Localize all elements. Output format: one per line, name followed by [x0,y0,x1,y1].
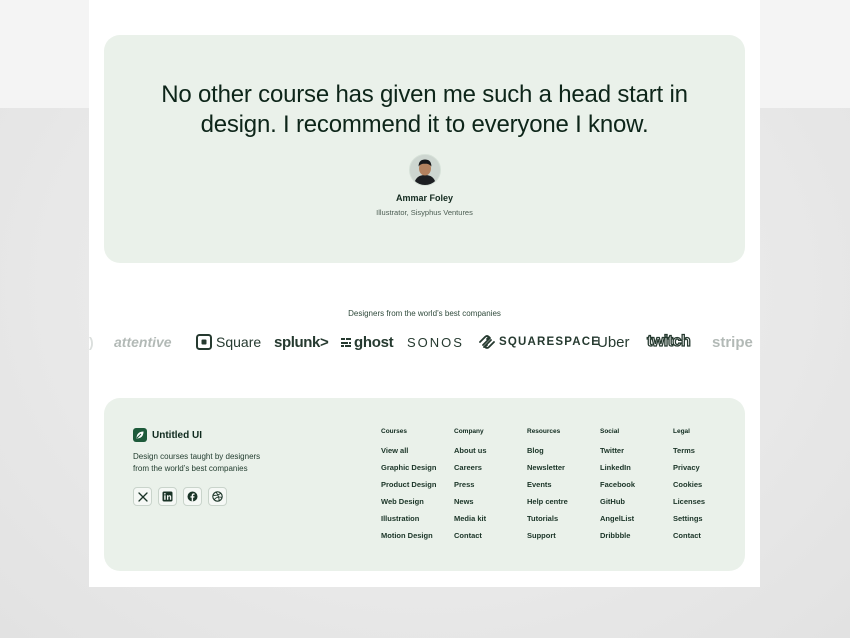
square-logo-icon [196,334,212,350]
footer-column-title: Courses [381,428,408,435]
logo-partial: ) [89,334,94,350]
footer-link-help-centre[interactable]: Help centre [527,497,597,514]
logo-square: Square [196,330,261,354]
testimonial-card: No other course has given me such a head… [104,35,745,263]
footer-column-company: Company About us Careers Press News Medi… [454,428,524,548]
footer-column-social: Social Twitter LinkedIn Facebook GitHub … [600,428,670,548]
footer-link-github[interactable]: GitHub [600,497,670,514]
footer-column-title: Resources [527,428,561,435]
footer-link-facebook[interactable]: Facebook [600,480,670,497]
ghost-logo-icon [341,338,351,347]
footer-tagline: Design courses taught by designers from … [133,452,261,473]
footer-link-newsletter[interactable]: Newsletter [527,463,597,480]
footer-link-product-design[interactable]: Product Design [381,480,451,497]
footer-link-contact[interactable]: Contact [454,531,524,548]
brand-logo[interactable]: Untitled UI [133,428,202,442]
logo-uber: Uber [597,333,630,351]
brand-mark-icon [133,428,147,442]
footer-column-courses: Courses View all Graphic Design Product … [381,428,451,548]
dribbble-icon [212,491,223,502]
squarespace-logo-icon [479,335,495,349]
social-links [133,487,227,506]
footer-link-legal-contact[interactable]: Contact [673,531,743,548]
company-logos: ) attentive Square splunk> ghost SONOS S… [89,330,760,354]
brand-name: Untitled UI [152,429,202,441]
testimonial-author-role: Illustrator, Sisyphus Ventures [376,208,473,217]
footer-link-news[interactable]: News [454,497,524,514]
footer-link-linkedin[interactable]: LinkedIn [600,463,670,480]
testimonial-author-name: Ammar Foley [395,193,454,203]
footer-link-privacy[interactable]: Privacy [673,463,743,480]
footer-link-about-us[interactable]: About us [454,446,524,463]
logos-caption: Designers from the world’s best companie… [348,309,501,318]
page-content: No other course has given me such a head… [89,0,760,587]
footer-link-licenses[interactable]: Licenses [673,497,743,514]
linkedin-icon [162,491,173,502]
footer-link-view-all[interactable]: View all [381,446,451,463]
footer-link-support[interactable]: Support [527,531,597,548]
footer-column-resources: Resources Blog Newsletter Events Help ce… [527,428,597,548]
footer-link-dribbble[interactable]: Dribbble [600,531,670,548]
footer-column-legal: Legal Terms Privacy Cookies Licenses Set… [673,428,743,548]
logo-ghost: ghost [341,330,394,354]
footer-link-motion-design[interactable]: Motion Design [381,531,451,548]
avatar [409,154,441,186]
footer-link-angellist[interactable]: AngelList [600,514,670,531]
footer-link-events[interactable]: Events [527,480,597,497]
footer-column-title: Social [600,428,620,435]
logo-splunk: splunk> [274,333,329,351]
footer-link-tutorials[interactable]: Tutorials [527,514,597,531]
footer-link-twitter[interactable]: Twitter [600,446,670,463]
footer-link-illustration[interactable]: Illustration [381,514,451,531]
footer-column-title: Legal [673,428,690,435]
footer-link-press[interactable]: Press [454,480,524,497]
footer-link-terms[interactable]: Terms [673,446,743,463]
logo-squarespace: SQUARESPACE [478,330,600,354]
footer-link-settings[interactable]: Settings [673,514,743,531]
footer-column-title: Company [454,428,484,435]
x-link[interactable] [133,487,152,506]
dribbble-link[interactable] [208,487,227,506]
footer-link-blog[interactable]: Blog [527,446,597,463]
logo-attentive: attentive [114,334,172,350]
testimonial-quote: No other course has given me such a head… [161,81,688,138]
footer-link-careers[interactable]: Careers [454,463,524,480]
logo-twitch: twitch [646,332,691,350]
footer-link-web-design[interactable]: Web Design [381,497,451,514]
facebook-link[interactable] [183,487,202,506]
footer-link-cookies[interactable]: Cookies [673,480,743,497]
x-icon [137,491,148,502]
logo-stripe: stripe [712,333,753,351]
footer-link-media-kit[interactable]: Media kit [454,514,524,531]
footer-link-graphic-design[interactable]: Graphic Design [381,463,451,480]
facebook-icon [187,491,198,502]
logo-sonos: SONOS [407,334,464,350]
site-footer: Untitled UI Design courses taught by des… [104,398,745,571]
linkedin-link[interactable] [158,487,177,506]
